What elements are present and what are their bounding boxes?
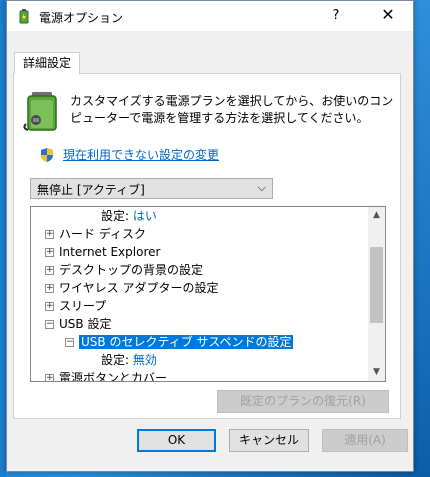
tree-item-label: Internet Explorer — [59, 245, 161, 259]
scroll-down-icon[interactable]: ▼ — [368, 364, 385, 381]
expand-icon[interactable]: + — [45, 302, 54, 311]
expand-icon[interactable]: + — [45, 374, 54, 381]
tree-scrollbar[interactable]: ▲ ▼ — [368, 207, 385, 381]
ok-button[interactable]: OK — [137, 429, 216, 452]
scroll-up-icon[interactable]: ▲ — [368, 207, 385, 224]
tree-item-label: スリープ — [59, 299, 107, 313]
tree-item-label: 設定: — [101, 353, 130, 367]
tree-item-wireless-adapter[interactable]: + ワイヤレス アダプターの設定 — [45, 279, 218, 297]
expand-icon[interactable]: + — [45, 266, 54, 275]
scroll-thumb[interactable] — [370, 247, 383, 323]
tree-item-label: 電源ボタンとカバー — [59, 371, 168, 382]
description-text: カスタマイズする電源プランを選択してから、お使いのコンピューターで電源を管理する… — [70, 94, 394, 125]
tree-item-value: 無効 — [132, 353, 157, 367]
expand-icon[interactable]: + — [45, 284, 54, 293]
chevron-down-icon: ⌵ — [257, 181, 266, 194]
desktop-background-right — [412, 0, 430, 477]
power-plan-select-value: 無停止 [アクティブ] — [37, 183, 145, 197]
tree-item-label: ワイヤレス アダプターの設定 — [59, 281, 219, 295]
expand-icon[interactable]: + — [45, 230, 54, 239]
tree-item-hard-disk[interactable]: + ハード ディスク — [45, 225, 146, 243]
change-unavailable-settings-link[interactable]: 現在利用できない設定の変更 — [63, 146, 219, 163]
tab-advanced-settings[interactable]: 詳細設定 — [14, 52, 81, 74]
power-options-icon — [19, 9, 29, 24]
restore-default-plan-button[interactable]: 既定のプランの復元(R) — [217, 390, 389, 413]
apply-button[interactable]: 適用(A) — [322, 429, 408, 452]
tree-item-power-buttons-lid[interactable]: + 電源ボタンとカバー — [45, 369, 168, 382]
tree-item-setting[interactable]: 設定: はい — [101, 207, 157, 225]
tree-item-setting[interactable]: 設定: 無効 — [101, 351, 157, 369]
tree-item-value: はい — [132, 209, 157, 223]
help-button[interactable]: ? — [329, 8, 343, 23]
uac-shield-icon — [41, 148, 53, 162]
tree-item-sleep[interactable]: + スリープ — [45, 297, 106, 315]
tree-item-usb-settings[interactable]: − USB 設定 — [45, 315, 111, 333]
tree-item-label: ハード ディスク — [59, 227, 146, 241]
tree-item-usb-selective-suspend[interactable]: − USB のセレクティブ サスペンドの設定 — [65, 333, 294, 351]
settings-tree[interactable]: 設定: はい + ハード ディスク + Internet Explorer + … — [30, 206, 386, 382]
power-plan-select[interactable]: 無停止 [アクティブ] ⌵ — [30, 178, 273, 199]
collapse-icon[interactable]: − — [45, 320, 54, 329]
tree-item-label: 設定: — [101, 209, 130, 223]
title-bar[interactable]: 電源オプション ? ✕ — [7, 1, 413, 31]
tree-item-label: USB 設定 — [59, 317, 112, 331]
cancel-button[interactable]: キャンセル — [229, 429, 309, 452]
tree-item-desktop-background[interactable]: + デスクトップの背景の設定 — [45, 261, 203, 279]
tree-item-label-selected: USB のセレクティブ サスペンドの設定 — [79, 335, 294, 349]
window-title: 電源オプション — [39, 11, 124, 25]
battery-plug-icon — [23, 92, 57, 131]
expand-icon[interactable]: + — [45, 248, 54, 257]
close-button[interactable]: ✕ — [379, 5, 397, 24]
tree-item-label: デスクトップの背景の設定 — [59, 263, 204, 277]
collapse-icon[interactable]: − — [65, 338, 74, 347]
tree-item-internet-explorer[interactable]: + Internet Explorer — [45, 243, 160, 261]
